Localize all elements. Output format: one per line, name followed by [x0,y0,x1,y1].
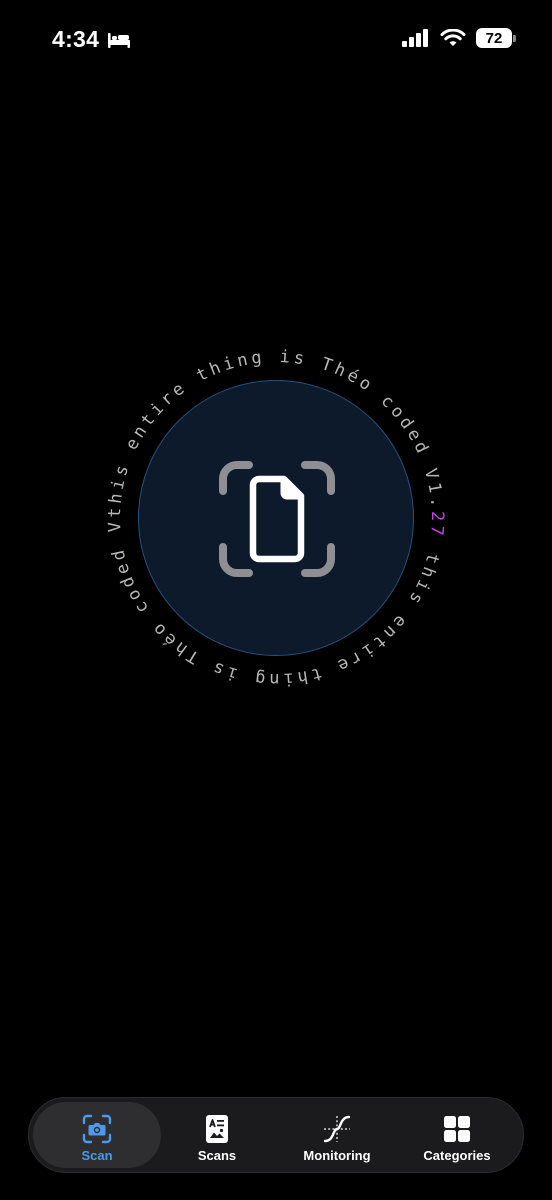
grid-icon [444,1116,470,1142]
tab-label-categories: Categories [423,1148,491,1163]
tab-scan[interactable]: Scan [33,1102,161,1168]
scan-document-button[interactable] [138,380,414,656]
tab-label-monitoring: Monitoring [303,1148,371,1163]
curve-chart-icon [323,1115,351,1143]
tab-monitoring[interactable]: Monitoring [273,1102,401,1168]
camera-viewfinder-icon [82,1114,112,1144]
ring-text-version-2: 27 [96,338,103,343]
scan-area: this entire thing is Théo coded V1. 27 th… [0,0,552,1200]
document-scan-icon [219,461,335,577]
scan-screen: 4:34 72 this entire thing is Théo coded … [0,0,552,1200]
tab-categories[interactable]: Categories [393,1102,521,1168]
scanned-document-icon [206,1115,228,1143]
tab-bar: Scan Scans Monitoring Categories [28,1097,524,1173]
tab-label-scans: Scans [197,1148,237,1163]
tab-scans[interactable]: Scans [153,1102,281,1168]
ring-text-version-1: 27 [426,511,447,540]
tab-label-scan: Scan [81,1148,113,1163]
